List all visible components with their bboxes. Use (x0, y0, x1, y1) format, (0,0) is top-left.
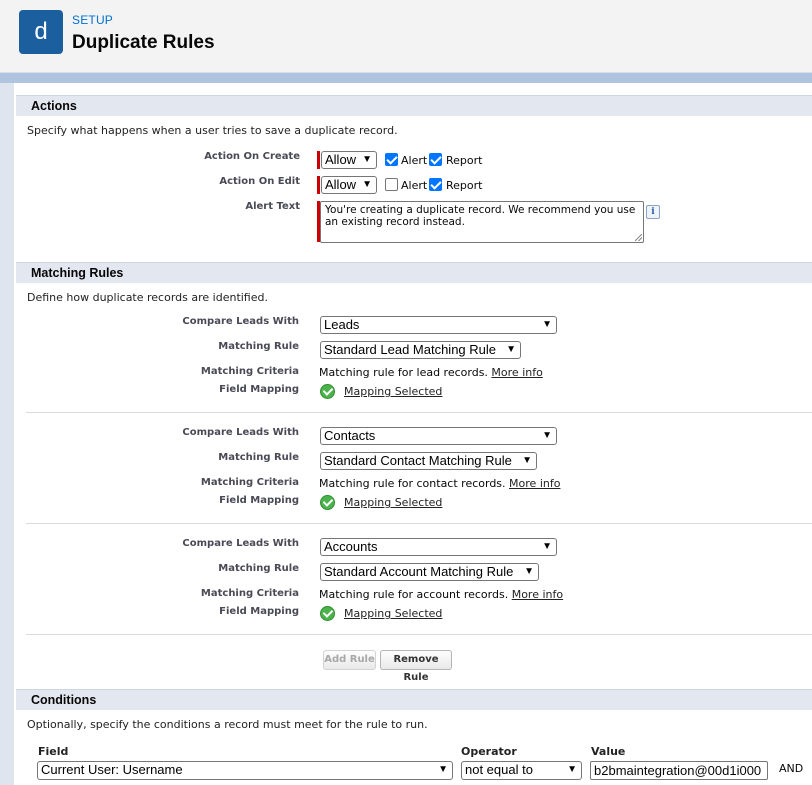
info-icon[interactable]: i (646, 205, 660, 219)
alert-text-label: Alert Text (245, 201, 300, 212)
matching-rule-label: Matching Rule (218, 452, 299, 463)
field-mapping-label: Field Mapping (219, 495, 299, 506)
on-edit-report-label: Report (446, 179, 483, 192)
on-edit-alert-label: Alert (401, 179, 428, 192)
more-info-link[interactable]: More info (512, 588, 563, 601)
matching-rule-label: Matching Rule (218, 341, 299, 352)
add-rule-button[interactable]: Add Rule (323, 650, 376, 670)
conditions-section-header: Conditions (16, 689, 812, 710)
remove-rule-button[interactable]: Remove Rule (380, 650, 452, 683)
field-mapping-label: Field Mapping (219, 606, 299, 617)
chevron-down-icon: ▼ (522, 455, 532, 466)
setup-breadcrumb[interactable]: SETUP (72, 13, 113, 27)
actions-description: Specify what happens when a user tries t… (27, 124, 398, 137)
matching-rule-select[interactable]: Standard Contact Matching Rule ▼ (320, 452, 537, 470)
value-column-header: Value (591, 745, 626, 758)
more-info-link[interactable]: More info (509, 477, 560, 490)
operator-column-header: Operator (461, 745, 517, 758)
chevron-down-icon: ▼ (362, 179, 372, 190)
matching-criteria-label: Matching Criteria (200, 588, 299, 599)
matching-rule-label: Matching Rule (218, 563, 299, 574)
field-column-header: Field (38, 745, 69, 758)
compare-with-select[interactable]: Accounts ▼ (320, 538, 557, 556)
mapping-selected-link[interactable]: Mapping Selected (344, 385, 442, 398)
matching-criteria-value: Matching rule for account records. More … (319, 588, 564, 601)
mapping-selected-link[interactable]: Mapping Selected (344, 607, 442, 620)
on-create-report-label: Report (446, 154, 483, 167)
condition-value-input[interactable]: b2bmaintegration@00d1i000 (590, 761, 768, 780)
condition-field-select[interactable]: Current User: Username ▼ (37, 761, 453, 780)
action-on-create-label: Action On Create (204, 151, 300, 162)
chevron-down-icon: ▼ (542, 319, 552, 330)
chevron-down-icon: ▼ (524, 566, 534, 577)
action-on-edit-select[interactable]: Allow ▼ (321, 176, 377, 194)
check-circle-icon (320, 384, 335, 399)
check-circle-icon (320, 495, 335, 510)
check-circle-icon (320, 606, 335, 621)
action-on-create-select[interactable]: Allow ▼ (321, 151, 377, 169)
compare-with-select[interactable]: Leads ▼ (320, 316, 557, 334)
conditions-description: Optionally, specify the conditions a rec… (27, 718, 428, 731)
more-info-link[interactable]: More info (491, 366, 542, 379)
matching-criteria-value: Matching rule for lead records. More inf… (319, 366, 543, 379)
conjunction-label: AND (779, 762, 804, 775)
divider (26, 523, 812, 524)
chevron-down-icon: ▼ (506, 344, 516, 355)
setup-logo-icon: d (19, 10, 63, 54)
matching-rule-select[interactable]: Standard Lead Matching Rule ▼ (320, 341, 521, 359)
resize-handle-icon[interactable] (635, 234, 642, 241)
divider (26, 634, 812, 635)
required-indicator (317, 151, 320, 169)
alert-text-textarea[interactable]: You're creating a duplicate record. We r… (320, 201, 644, 243)
matching-criteria-value: Matching rule for contact records. More … (319, 477, 561, 490)
matching-rules-section-header: Matching Rules (16, 262, 812, 283)
matching-criteria-label: Matching Criteria (200, 477, 299, 488)
page-header: d SETUP Duplicate Rules (0, 0, 812, 73)
matching-criteria-label: Matching Criteria (200, 366, 299, 377)
actions-section-header: Actions (16, 95, 812, 116)
chevron-down-icon: ▼ (438, 764, 448, 775)
compare-with-label: Compare Leads With (182, 427, 299, 438)
chevron-down-icon: ▼ (542, 430, 552, 441)
on-create-alert-checkbox[interactable] (385, 153, 398, 166)
on-edit-alert-checkbox[interactable] (385, 178, 398, 191)
on-create-alert-label: Alert (401, 154, 428, 167)
field-mapping-label: Field Mapping (219, 384, 299, 395)
chevron-down-icon: ▼ (542, 541, 552, 552)
on-create-report-checkbox[interactable] (429, 153, 442, 166)
matching-rule-select[interactable]: Standard Account Matching Rule ▼ (320, 563, 539, 581)
alert-text-value: You're creating a duplicate record. We r… (325, 204, 636, 228)
chevron-down-icon: ▼ (567, 764, 577, 775)
required-indicator (317, 176, 320, 194)
page-title: Duplicate Rules (72, 32, 215, 53)
matching-rules-description: Define how duplicate records are identif… (27, 291, 268, 304)
condition-operator-select[interactable]: not equal to ▼ (461, 761, 582, 780)
compare-with-label: Compare Leads With (182, 538, 299, 549)
action-on-edit-label: Action On Edit (219, 176, 300, 187)
compare-with-select[interactable]: Contacts ▼ (320, 427, 557, 445)
divider (26, 412, 812, 413)
compare-with-label: Compare Leads With (182, 316, 299, 327)
chevron-down-icon: ▼ (362, 154, 372, 165)
on-edit-report-checkbox[interactable] (429, 178, 442, 191)
mapping-selected-link[interactable]: Mapping Selected (344, 496, 442, 509)
